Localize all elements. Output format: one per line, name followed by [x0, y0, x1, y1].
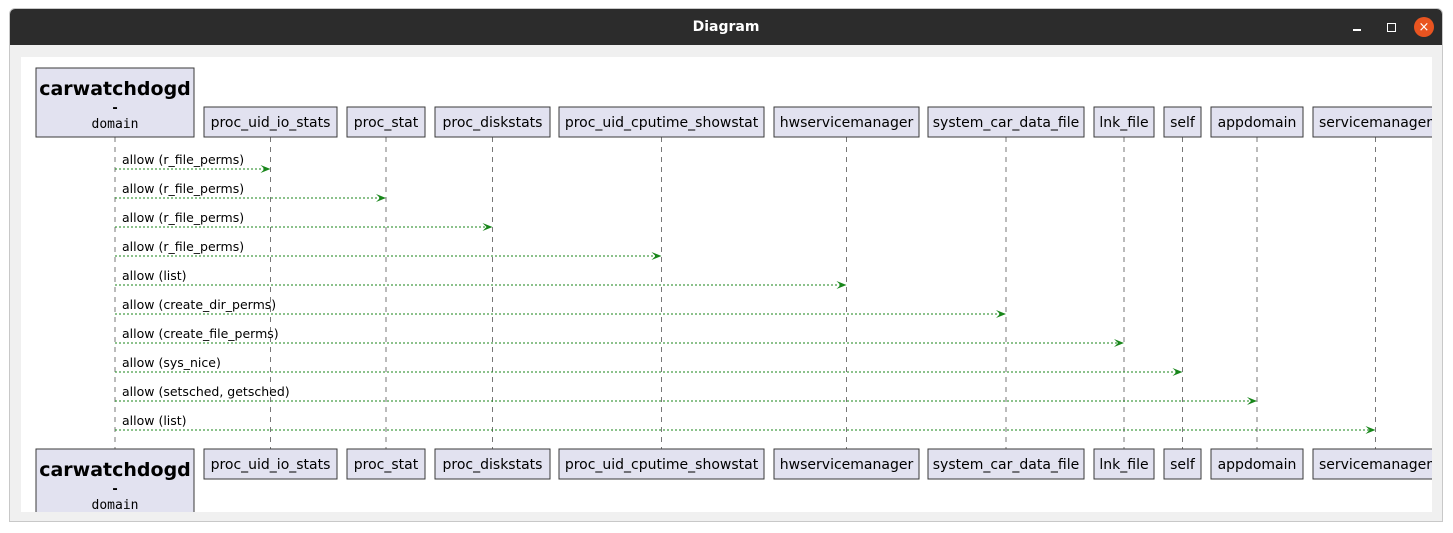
- message-label: allow (sys_nice): [122, 355, 221, 370]
- participant-hwservicemanager-bottom: hwservicemanager: [773, 448, 920, 480]
- participant-proc_uid_io_stats-bottom: proc_uid_io_stats: [203, 448, 338, 480]
- participant-label: proc_uid_cputime_showstat: [565, 115, 759, 131]
- participant-label: servicemanager: [1319, 115, 1432, 131]
- message-5: allow (list): [115, 268, 847, 289]
- message-label: allow (list): [122, 268, 187, 283]
- participant-title: carwatchdogd: [39, 78, 191, 100]
- participant-label: appdomain: [1218, 115, 1297, 131]
- participant-hwservicemanager-top: hwservicemanager: [773, 106, 920, 138]
- participant-label: self: [1170, 115, 1196, 131]
- participant-subtitle: domain: [92, 117, 139, 132]
- maximize-icon: [1386, 22, 1396, 32]
- participant-system_car_data_file-top: system_car_data_file: [927, 106, 1085, 138]
- message-label: allow (r_file_perms): [122, 239, 244, 254]
- participant-title: carwatchdogd: [39, 459, 191, 481]
- message-label: allow (r_file_perms): [122, 152, 244, 167]
- participant-appdomain-top: appdomain: [1210, 106, 1304, 138]
- participant-separator: -: [111, 101, 119, 116]
- window-title: Diagram: [692, 19, 760, 35]
- participant-label: proc_stat: [354, 457, 419, 473]
- message-9: allow (setsched, getsched): [115, 384, 1257, 405]
- diagram-window: Diagram × carwatchdogd - domain proc_uid_io…: [9, 8, 1443, 522]
- participant-system_car_data_file-bottom: system_car_data_file: [927, 448, 1085, 480]
- participant-label: appdomain: [1218, 457, 1297, 473]
- participant-proc_uid_cputime_showstat-bottom: proc_uid_cputime_showstat: [558, 448, 765, 480]
- message-3: allow (r_file_perms): [115, 210, 493, 231]
- participant-label: proc_uid_io_stats: [211, 115, 331, 131]
- minimize-button[interactable]: [1346, 16, 1368, 38]
- participant-proc_uid_cputime_showstat-top: proc_uid_cputime_showstat: [558, 106, 765, 138]
- message-10: allow (list): [115, 413, 1376, 434]
- participant-label: proc_uid_cputime_showstat: [565, 457, 759, 473]
- message-arrowhead: [376, 194, 386, 202]
- message-8: allow (sys_nice): [115, 355, 1183, 376]
- message-arrowhead: [996, 310, 1006, 318]
- message-label: allow (r_file_perms): [122, 210, 244, 225]
- message-arrowhead: [836, 281, 847, 289]
- participant-proc_uid_io_stats-top: proc_uid_io_stats: [203, 106, 338, 138]
- participant-label: hwservicemanager: [780, 457, 914, 473]
- participant-label: proc_uid_io_stats: [211, 457, 331, 473]
- message-6: allow (create_dir_perms): [115, 297, 1006, 318]
- participant-label: lnk_file: [1099, 115, 1148, 131]
- message-2: allow (r_file_perms): [115, 181, 386, 202]
- participant-proc_stat-bottom: proc_stat: [346, 448, 426, 480]
- participant-separator: -: [111, 482, 119, 497]
- participant-label: system_car_data_file: [933, 457, 1080, 473]
- maximize-button[interactable]: [1380, 16, 1402, 38]
- participant-label: system_car_data_file: [933, 115, 1080, 131]
- participant-source-bottom: carwatchdogd-domain: [35, 448, 195, 512]
- participant-servicemanager-top: servicemanager: [1312, 106, 1432, 138]
- diagram-canvas: carwatchdogd - domain proc_uid_io_stats proc…: [21, 57, 1432, 512]
- participant-proc_stat-top: proc_stat: [346, 106, 426, 138]
- message-label: allow (setsched, getsched): [122, 384, 290, 399]
- message-4: allow (r_file_perms): [115, 239, 662, 260]
- message-arrowhead: [260, 165, 271, 173]
- message-1: allow (r_file_perms): [115, 152, 271, 173]
- sequence-diagram: carwatchdogd-domain proc_uid_io_stats proc…: [35, 67, 1432, 512]
- participant-self-top: self: [1163, 106, 1202, 138]
- participant-lnk_file-bottom: lnk_file: [1093, 448, 1155, 480]
- participant-label: lnk_file: [1099, 457, 1148, 473]
- participant-lnk_file-top: lnk_file: [1093, 106, 1155, 138]
- participant-label: proc_stat: [354, 115, 419, 131]
- participant-label: self: [1170, 457, 1196, 473]
- participant-label: servicemanager: [1319, 457, 1432, 473]
- message-label: allow (r_file_perms): [122, 181, 244, 196]
- message-label: allow (create_file_perms): [122, 326, 279, 341]
- participant-subtitle: domain: [92, 498, 139, 512]
- participant-source-top: carwatchdogd-domain: [35, 67, 195, 138]
- participant-label: hwservicemanager: [780, 115, 914, 131]
- message-label: allow (create_dir_perms): [122, 297, 276, 312]
- title-bar: Diagram ×: [10, 9, 1442, 45]
- minimize-icon: [1353, 29, 1361, 31]
- close-icon: ×: [1414, 17, 1434, 37]
- participant-self-bottom: self: [1163, 448, 1202, 480]
- close-symbol: ×: [1418, 19, 1430, 35]
- participant-label: proc_diskstats: [443, 457, 543, 473]
- close-button[interactable]: ×: [1413, 16, 1435, 38]
- message-7: allow (create_file_perms): [115, 326, 1124, 347]
- participant-proc_diskstats-bottom: proc_diskstats: [434, 448, 551, 480]
- participant-appdomain-bottom: appdomain: [1210, 448, 1304, 480]
- participant-proc_diskstats-top: proc_diskstats: [434, 106, 551, 138]
- participant-label: proc_diskstats: [443, 115, 543, 131]
- message-label: allow (list): [122, 413, 187, 428]
- participant-servicemanager-bottom: servicemanager: [1312, 448, 1432, 480]
- message-arrowhead: [1172, 368, 1183, 376]
